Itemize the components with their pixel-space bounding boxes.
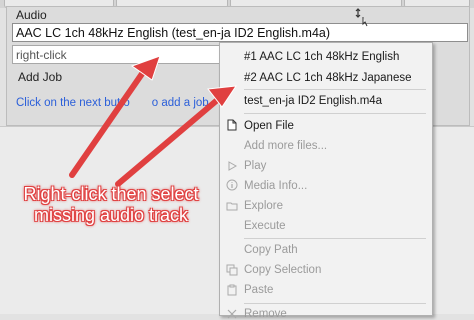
annotation-arrows bbox=[69, 55, 238, 187]
annotation-arrow-1 bbox=[69, 65, 149, 178]
annotation-callout: Right-click then select missing audio tr… bbox=[23, 184, 199, 225]
annotation-arrow-2 bbox=[115, 93, 225, 187]
annotation-arrowhead-1 bbox=[130, 55, 161, 81]
